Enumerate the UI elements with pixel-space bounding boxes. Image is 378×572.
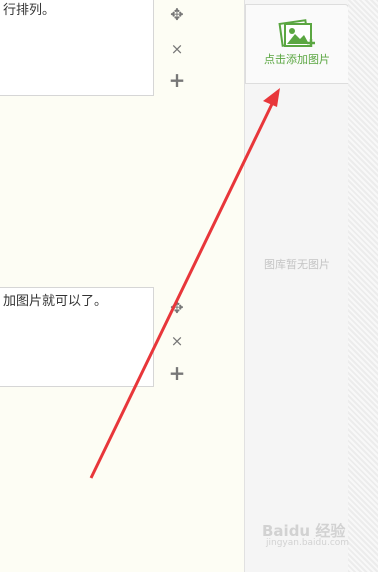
add-block-icon[interactable]: + <box>166 69 188 91</box>
text-block-2-content: 加图片就可以了。 <box>3 294 108 309</box>
add-block-icon[interactable]: + <box>166 362 188 384</box>
text-block-1[interactable]: 行排列。 <box>0 0 154 96</box>
move-handle-icon[interactable]: ✥ <box>166 297 188 319</box>
editor-area: 行排列。 ✥ × + 加图片就可以了。 ✥ × + <box>0 0 244 572</box>
add-image-button[interactable]: 点击添加图片 <box>245 4 349 84</box>
remove-block-icon[interactable]: × <box>166 330 188 352</box>
scroll-area <box>348 0 378 572</box>
add-image-icon <box>278 19 315 47</box>
move-handle-icon[interactable]: ✥ <box>166 4 188 26</box>
add-image-label: 点击添加图片 <box>264 53 330 66</box>
text-block-2[interactable]: 加图片就可以了。 <box>0 287 154 387</box>
image-library-panel: 点击添加图片 图库暂无图片 <box>244 0 349 572</box>
empty-library-text: 图库暂无图片 <box>264 258 330 271</box>
remove-block-icon[interactable]: × <box>166 38 188 60</box>
text-block-1-content: 行排列。 <box>3 3 56 18</box>
watermark-url: jingyan.baidu.com <box>266 538 350 548</box>
